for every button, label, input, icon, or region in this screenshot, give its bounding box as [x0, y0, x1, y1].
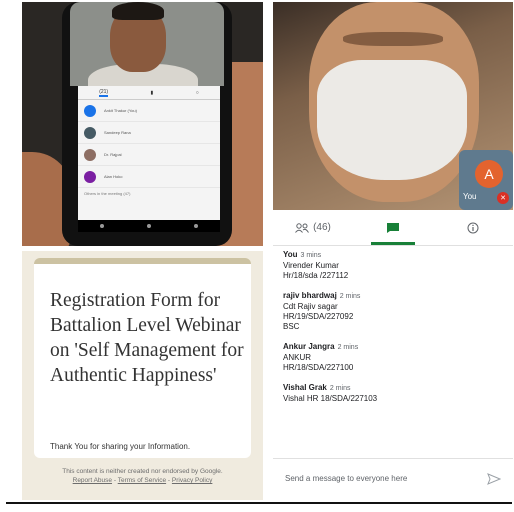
- message-sender: Vishal Grak: [283, 383, 327, 392]
- message-time: 3 mins: [300, 252, 322, 259]
- phone-participant-row[interactable]: Dr. Rajpal: [78, 144, 220, 166]
- people-count: (46): [313, 222, 331, 233]
- chat-message: rajiv bhardwaj 2 mins Cdt Rajiv sagar HR/…: [283, 291, 503, 332]
- phone-tab-bar: (21) ▮ ○: [78, 86, 220, 100]
- message-line: BSC: [283, 322, 300, 331]
- info-icon: [467, 222, 479, 233]
- send-icon[interactable]: [487, 472, 501, 485]
- phone-tab-info[interactable]: ○: [196, 90, 199, 96]
- phone-participant-row[interactable]: Ankit Thakur (You): [78, 100, 220, 122]
- mic-off-icon[interactable]: ✕: [497, 192, 509, 204]
- form-confirmation-panel: Registration Form for Battalion Level We…: [22, 251, 263, 500]
- chat-message: Vishal Grak 2 mins Vishal HR 18/SDA/22710…: [283, 383, 503, 404]
- avatar: [84, 126, 96, 139]
- tab-info[interactable]: [433, 210, 513, 245]
- avatar: [84, 104, 96, 117]
- message-time: 2 mins: [329, 385, 351, 392]
- nav-home-icon[interactable]: [146, 224, 151, 228]
- chat-panel: (46) You 3 mins Virender Kumar Hr/18/sda …: [273, 210, 513, 500]
- chat-tab-bar: (46): [273, 210, 513, 246]
- self-view-tile[interactable]: A You ✕: [459, 150, 513, 210]
- others-in-meeting-label: Others in the meeting (47): [84, 191, 131, 196]
- nav-back-icon[interactable]: [99, 224, 104, 228]
- privacy-link[interactable]: Privacy Policy: [172, 477, 212, 484]
- phone-photo-panel: (21) ▮ ○ Ankit Thakur (You) Sandeep Rana…: [22, 2, 263, 246]
- message-line: HR/19/SDA/227092: [283, 312, 354, 321]
- tab-people[interactable]: (46): [273, 210, 353, 245]
- chat-message: You 3 mins Virender Kumar Hr/18/sda /2271…: [283, 250, 503, 281]
- message-time: 2 mins: [337, 344, 359, 351]
- phone-participant-row[interactable]: Sandeep Rana: [78, 122, 220, 144]
- photo-collage: (21) ▮ ○ Ankit Thakur (You) Sandeep Rana…: [0, 0, 514, 512]
- speaker-hair: [112, 2, 164, 20]
- phone-tab-chat[interactable]: ▮: [151, 90, 154, 96]
- message-line: Vishal HR 18/SDA/227103: [283, 394, 378, 403]
- message-sender: Ankur Jangra: [283, 342, 335, 351]
- avatar: [84, 148, 96, 161]
- message-line: Hr/18/sda /227112: [283, 271, 349, 280]
- message-sender: rajiv bhardwaj: [283, 291, 337, 300]
- phone-nav-bar: [78, 220, 220, 232]
- chat-compose-bar: Send a message to everyone here: [273, 458, 513, 498]
- footer-separator: -: [113, 477, 116, 484]
- form-title: Registration Form for Battalion Level We…: [50, 290, 244, 386]
- tab-chat[interactable]: [353, 210, 433, 245]
- form-footer: This content is neither created nor endo…: [30, 467, 255, 485]
- chat-message: Ankur Jangra 2 mins ANKUR HR/18/SDA/22710…: [283, 342, 503, 373]
- participant-name: Ankit Thakur (You): [104, 108, 137, 113]
- chat-icon: [387, 222, 399, 233]
- message-line: Virender Kumar: [283, 261, 339, 270]
- message-line: HR/18/SDA/227100: [283, 363, 354, 372]
- footer-separator: -: [167, 477, 171, 484]
- phone-video-feed: [70, 2, 224, 86]
- report-abuse-link[interactable]: Report Abuse: [73, 477, 112, 484]
- divider-line: [6, 502, 512, 504]
- message-time: 2 mins: [339, 293, 361, 300]
- phone-participant-row[interactable]: Alan Hoko: [78, 166, 220, 188]
- phone-tab-people[interactable]: (21): [99, 89, 109, 97]
- chat-message-input[interactable]: Send a message to everyone here: [285, 474, 407, 483]
- video-tile: A You ✕: [273, 2, 513, 210]
- form-card: Registration Form for Battalion Level We…: [34, 258, 251, 458]
- avatar: [84, 170, 96, 183]
- participant-brow: [343, 32, 443, 46]
- participant-name: Sandeep Rana: [104, 130, 131, 135]
- footer-disclaimer: This content is neither created nor endo…: [62, 468, 223, 475]
- chat-message-list[interactable]: You 3 mins Virender Kumar Hr/18/sda /2271…: [273, 246, 513, 464]
- people-icon: [295, 222, 310, 233]
- message-sender: You: [283, 250, 298, 259]
- nav-recent-icon[interactable]: [194, 224, 199, 228]
- face-mask: [317, 60, 467, 180]
- participant-name: Alan Hoko: [104, 174, 123, 179]
- self-label: You: [463, 192, 477, 201]
- form-thank-you: Thank You for sharing your Information.: [50, 442, 191, 451]
- self-avatar: A: [475, 160, 503, 188]
- terms-link[interactable]: Terms of Service: [118, 477, 166, 484]
- phone-participant-list: (21) ▮ ○ Ankit Thakur (You) Sandeep Rana…: [78, 86, 220, 232]
- message-line: Cdt Rajiv sagar: [283, 302, 338, 311]
- message-line: ANKUR: [283, 353, 312, 362]
- participant-name: Dr. Rajpal: [104, 152, 122, 157]
